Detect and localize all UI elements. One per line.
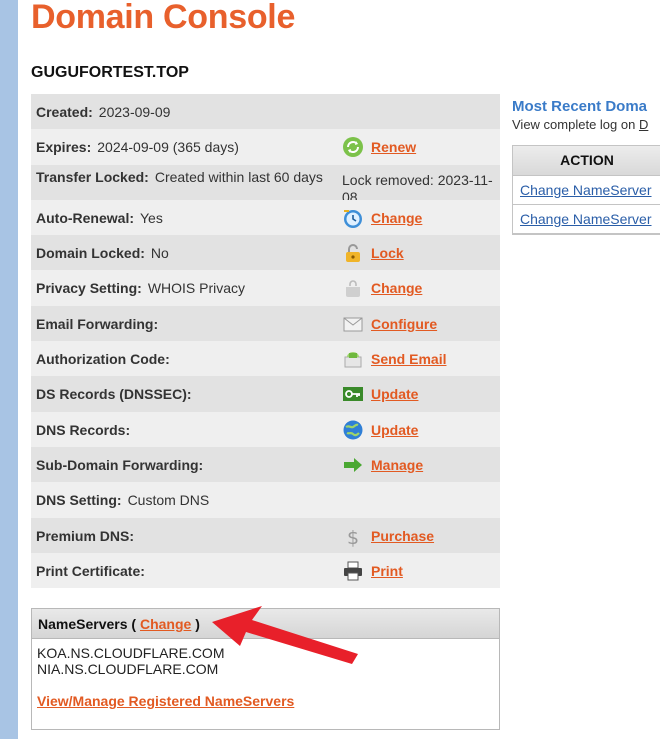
created-label: Created:	[36, 104, 93, 120]
transfer-locked-value: Created within last 60 days	[154, 168, 323, 185]
configure-link[interactable]: Configure	[371, 316, 437, 332]
row-dns-records: DNS Records: Update	[31, 411, 500, 447]
row-authorization-code: Authorization Code: Send Email	[31, 341, 500, 377]
dns-records-label: DNS Records:	[36, 421, 131, 438]
auto-renewal-label: Auto-Renewal:	[36, 209, 134, 226]
send-email-link[interactable]: Send Email	[371, 351, 446, 367]
dollar-icon: $	[342, 525, 364, 549]
domain-name: GUGUFORTEST.TOP	[31, 64, 189, 81]
domain-locked-label: Domain Locked:	[36, 245, 145, 262]
padlock-icon	[342, 242, 364, 264]
row-transfer-locked: Transfer Locked: Created within last 60 d…	[31, 164, 500, 205]
row-ds-records: DS Records (DNSSEC): Update	[31, 376, 500, 412]
privacy-setting-value: WHOIS Privacy	[147, 280, 246, 297]
created-value: 2023-09-09	[98, 104, 171, 120]
lock-link[interactable]: Lock	[371, 245, 404, 261]
manage-link[interactable]: Manage	[371, 457, 423, 473]
log-item[interactable]: Change NameServer	[513, 176, 660, 205]
recent-activity: Most Recent Doma View complete log on D	[512, 98, 660, 132]
ds-records-update-link[interactable]: Update	[371, 386, 418, 402]
mailbox-icon	[342, 348, 364, 370]
privacy-change-link[interactable]: Change	[371, 280, 422, 296]
recent-subtitle: View complete log on D	[512, 117, 649, 132]
nameservers-change-link[interactable]: Change	[140, 616, 191, 632]
svg-text:$: $	[347, 527, 359, 547]
email-forwarding-label: Email Forwarding:	[36, 315, 159, 332]
domain-info-table: Created: 2023-09-09 Expires: 2024-09-09 (3…	[31, 94, 500, 589]
recent-log-table: ACTION Change NameServer Change NameServ…	[512, 145, 660, 235]
row-auto-renewal: Auto-Renewal: Yes Change	[31, 199, 500, 236]
paren-open: (	[131, 616, 137, 632]
renew-link[interactable]: Renew	[371, 139, 416, 155]
privacy-icon	[342, 277, 364, 299]
row-expires: Expires: 2024-09-09 (365 days) Renew	[31, 129, 500, 165]
envelope-icon	[342, 313, 364, 335]
print-certificate-label: Print Certificate:	[36, 562, 145, 579]
row-privacy-setting: Privacy Setting: WHOIS Privacy Change	[31, 270, 500, 306]
print-link[interactable]: Print	[371, 563, 403, 579]
dns-setting-value: Custom DNS	[127, 492, 210, 509]
ds-records-label: DS Records (DNSSEC):	[36, 386, 192, 403]
purchase-link[interactable]: Purchase	[371, 528, 434, 544]
premium-dns-label: Premium DNS:	[36, 527, 135, 544]
row-created: Created: 2023-09-09	[31, 94, 500, 130]
renew-icon	[342, 136, 364, 158]
page-title: Domain Console	[31, 0, 296, 36]
recent-title: Most Recent Doma	[512, 98, 648, 115]
complete-log-link[interactable]: D	[639, 117, 648, 132]
printer-icon	[342, 560, 364, 582]
globe-icon	[342, 419, 364, 441]
auto-renewal-change-link[interactable]: Change	[371, 210, 422, 226]
expires-label: Expires:	[36, 139, 92, 156]
row-print-certificate: Print Certificate: Print	[31, 552, 500, 589]
transfer-locked-label: Transfer Locked:	[36, 168, 149, 185]
key-icon	[342, 383, 364, 405]
dns-setting-label: DNS Setting:	[36, 492, 122, 509]
log-item[interactable]: Change NameServer	[513, 205, 660, 234]
expires-value: 2024-09-09 (365 days)	[97, 139, 239, 156]
row-email-forwarding: Email Forwarding: Configure	[31, 305, 500, 342]
arrow-right-icon	[342, 454, 364, 476]
row-premium-dns: Premium DNS: $ Purchase	[31, 517, 500, 553]
left-sidebar-strip	[0, 0, 18, 739]
annotation-arrow	[212, 606, 358, 664]
row-subdomain-forwarding: Sub-Domain Forwarding: Manage	[31, 446, 500, 483]
row-domain-locked: Domain Locked: No Lock	[31, 235, 500, 271]
clock-icon	[342, 207, 364, 229]
privacy-setting-label: Privacy Setting:	[36, 280, 142, 297]
auto-renewal-value: Yes	[140, 209, 163, 226]
nameservers-title: NameServers	[38, 616, 128, 632]
subdomain-forwarding-label: Sub-Domain Forwarding:	[36, 456, 204, 473]
dns-records-update-link[interactable]: Update	[371, 422, 418, 438]
domain-locked-value: No	[150, 245, 169, 262]
row-dns-setting: DNS Setting: Custom DNS	[31, 482, 500, 518]
authorization-code-label: Authorization Code:	[36, 351, 170, 368]
manage-nameservers-link[interactable]: View/Manage Registered NameServers	[37, 693, 294, 709]
action-column-header: ACTION	[513, 146, 660, 176]
